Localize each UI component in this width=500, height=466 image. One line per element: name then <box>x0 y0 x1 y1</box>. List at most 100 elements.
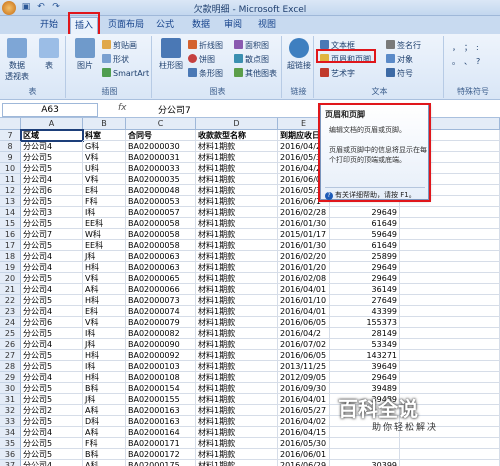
row-header[interactable]: 34 <box>0 427 21 438</box>
cell-d[interactable]: 材料1期款 <box>196 273 278 284</box>
cell-d[interactable]: 材料1期款 <box>196 460 278 466</box>
cell-c[interactable]: BA02000066 <box>126 284 196 295</box>
cell-e[interactable]: 2016/02/28 <box>278 207 330 218</box>
row-header[interactable]: 22 <box>0 295 21 306</box>
cell-b[interactable]: U科 <box>83 163 126 174</box>
cell-d[interactable]: 材料1期款 <box>196 350 278 361</box>
row-header[interactable]: 13 <box>0 196 21 207</box>
cell-g[interactable] <box>400 306 500 317</box>
cell-c[interactable]: BA02000058 <box>126 229 196 240</box>
cell-d[interactable]: 材料1期款 <box>196 152 278 163</box>
cell-a[interactable]: 分公司5 <box>21 438 83 449</box>
cell-f[interactable]: 27649 <box>330 295 400 306</box>
row-header[interactable]: 33 <box>0 416 21 427</box>
cell-a[interactable]: 分公司4 <box>21 460 83 466</box>
cell-e[interactable]: 2016/04/15 <box>278 427 330 438</box>
cell-d[interactable]: 材料1期款 <box>196 339 278 350</box>
row-header[interactable]: 25 <box>0 328 21 339</box>
cell-b[interactable]: B科 <box>83 449 126 460</box>
cell-e[interactable]: 2016/01/30 <box>278 240 330 251</box>
picture-button[interactable]: 图片 <box>70 38 100 71</box>
row-header[interactable]: 10 <box>0 163 21 174</box>
scatter-chart-button[interactable]: 散点图 <box>234 54 269 66</box>
cell-d[interactable]: 收款款型名称 <box>196 130 278 141</box>
cell-d[interactable]: 材料1期款 <box>196 163 278 174</box>
cell-g[interactable] <box>400 350 500 361</box>
object-button[interactable]: 对象 <box>386 54 413 66</box>
cell-f[interactable]: 29649 <box>330 207 400 218</box>
period-symbol-button[interactable]: 。 、 ? <box>452 56 480 68</box>
cell-g[interactable] <box>400 207 500 218</box>
column-header-c[interactable]: C <box>126 118 196 130</box>
row-header[interactable]: 37 <box>0 460 21 466</box>
row-header[interactable]: 29 <box>0 372 21 383</box>
fx-label[interactable]: fx <box>118 103 127 113</box>
cell-a[interactable]: 分公司5 <box>21 350 83 361</box>
cell-b[interactable]: 科室 <box>83 130 126 141</box>
cell-f[interactable] <box>330 438 400 449</box>
shapes-button[interactable]: 形状 <box>102 54 129 66</box>
cell-d[interactable]: 材料1期款 <box>196 284 278 295</box>
cell-e[interactable]: 2016/02/08 <box>278 273 330 284</box>
cell-a[interactable]: 分公司4 <box>21 262 83 273</box>
pivot-table-button[interactable]: 数据 透视表 <box>2 38 32 82</box>
row-header[interactable]: 8 <box>0 141 21 152</box>
cell-e[interactable]: 2016/06/29 <box>278 460 330 466</box>
cell-d[interactable]: 材料1期款 <box>196 416 278 427</box>
cell-e[interactable]: 2016/04/01 <box>278 306 330 317</box>
cell-b[interactable]: A科 <box>83 460 126 466</box>
cell-b[interactable]: J科 <box>83 339 126 350</box>
cell-c[interactable]: BA02000092 <box>126 350 196 361</box>
tab-home[interactable]: 开始 <box>34 17 64 34</box>
wordart-button[interactable]: 艺术字 <box>320 68 355 80</box>
cell-f[interactable]: 25899 <box>330 251 400 262</box>
column-header-b[interactable]: B <box>83 118 126 130</box>
row-header[interactable]: 35 <box>0 438 21 449</box>
cell-e[interactable]: 2016/02/20 <box>278 251 330 262</box>
cell-d[interactable]: 材料1期款 <box>196 427 278 438</box>
row-header[interactable]: 31 <box>0 394 21 405</box>
cell-c[interactable]: BA02000031 <box>126 152 196 163</box>
cell-g[interactable] <box>400 317 500 328</box>
cell-a[interactable]: 分公司4 <box>21 372 83 383</box>
tab-view[interactable]: 视图 <box>252 17 282 34</box>
signature-line-button[interactable]: 签名行 <box>386 40 421 52</box>
cell-c[interactable]: BA02000175 <box>126 460 196 466</box>
cell-b[interactable]: F科 <box>83 196 126 207</box>
cell-e[interactable]: 2015/01/17 <box>278 229 330 240</box>
cell-a[interactable]: 分公司5 <box>21 163 83 174</box>
cell-a[interactable]: 分公司2 <box>21 405 83 416</box>
cell-a[interactable]: 分公司5 <box>21 152 83 163</box>
cell-g[interactable] <box>400 240 500 251</box>
cell-g[interactable] <box>400 273 500 284</box>
area-chart-button[interactable]: 面积图 <box>234 40 269 52</box>
cell-c[interactable]: BA02000033 <box>126 163 196 174</box>
cell-b[interactable]: V科 <box>83 273 126 284</box>
cell-a[interactable]: 分公司5 <box>21 394 83 405</box>
cell-c[interactable]: BA02000073 <box>126 295 196 306</box>
row-header[interactable]: 24 <box>0 317 21 328</box>
cell-a[interactable]: 分公司5 <box>21 273 83 284</box>
cell-f[interactable]: 43399 <box>330 306 400 317</box>
cell-e[interactable]: 2016/01/20 <box>278 262 330 273</box>
cell-b[interactable]: H科 <box>83 262 126 273</box>
cell-a[interactable]: 分公司5 <box>21 416 83 427</box>
cell-d[interactable]: 材料1期款 <box>196 141 278 152</box>
cell-a[interactable]: 分公司4 <box>21 306 83 317</box>
row-header[interactable]: 20 <box>0 273 21 284</box>
cell-a[interactable]: 分公司4 <box>21 141 83 152</box>
row-header[interactable]: 36 <box>0 449 21 460</box>
row-header[interactable]: 32 <box>0 405 21 416</box>
cell-a[interactable]: 分公司5 <box>21 361 83 372</box>
cell-b[interactable]: G科 <box>83 141 126 152</box>
cell-b[interactable]: J科 <box>83 394 126 405</box>
cell-b[interactable]: A科 <box>83 405 126 416</box>
cell-b[interactable]: EE科 <box>83 240 126 251</box>
cell-a[interactable]: 分公司4 <box>21 251 83 262</box>
table-button[interactable]: 表 <box>34 38 64 71</box>
cell-e[interactable]: 2016/04/02 <box>278 416 330 427</box>
cell-a[interactable]: 分公司5 <box>21 383 83 394</box>
row-header[interactable]: 26 <box>0 339 21 350</box>
cell-g[interactable] <box>400 438 500 449</box>
row-header[interactable]: 18 <box>0 251 21 262</box>
